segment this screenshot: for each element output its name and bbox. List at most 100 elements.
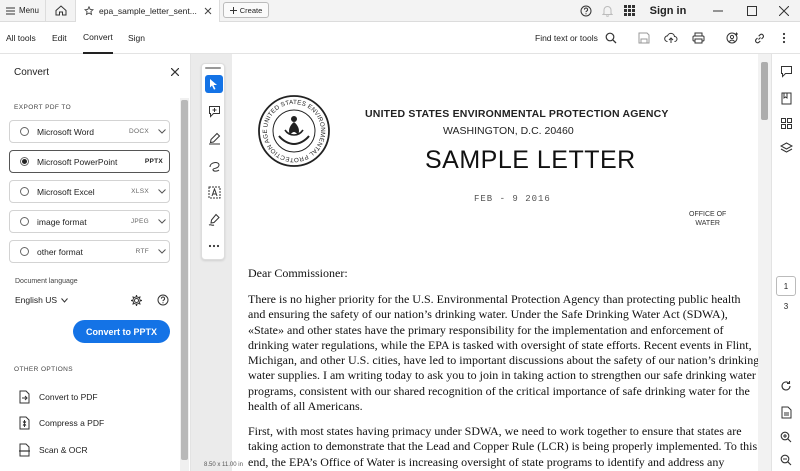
maximize-icon[interactable] <box>740 0 764 21</box>
drag-handle[interactable] <box>205 67 221 69</box>
close-tab-icon[interactable] <box>204 7 212 15</box>
office-of-water: OFFICE OF WATER <box>689 210 726 228</box>
page-size-label: 8.50 x 11.00 in <box>204 462 243 468</box>
sign-in-button[interactable]: Sign in <box>648 0 688 21</box>
salutation: Dear Commissioner: <box>248 266 348 280</box>
gear-icon[interactable] <box>130 294 143 307</box>
format-extension: PPTX <box>144 158 163 165</box>
total-pages: 3 <box>783 302 789 311</box>
radio-button[interactable] <box>20 187 29 196</box>
tab-convert[interactable]: Convert <box>83 22 113 54</box>
chevron-down-icon[interactable] <box>155 129 169 134</box>
title-bar: Menu epa_sample_letter_sent... Create Si… <box>0 0 800 22</box>
menu-button[interactable]: Menu <box>0 0 46 21</box>
print-icon[interactable] <box>690 30 706 46</box>
option-excel[interactable]: Microsoft Excel XLSX <box>9 180 170 203</box>
other-option-label: Compress a PDF <box>39 418 105 428</box>
export-heading: EXPORT PDF TO <box>14 104 72 111</box>
layers-icon[interactable] <box>778 140 794 156</box>
tab-all-tools[interactable]: All tools <box>6 22 36 54</box>
quick-tools-bar <box>201 63 225 260</box>
tab-edit[interactable]: Edit <box>52 22 67 54</box>
scan-ocr-item[interactable]: Scan & OCR <box>18 443 88 457</box>
radio-button[interactable] <box>20 127 29 136</box>
format-extension: DOCX <box>129 128 149 135</box>
option-word[interactable]: Microsoft Word DOCX <box>9 120 170 143</box>
option-powerpoint[interactable]: Microsoft PowerPoint PPTX <box>9 150 170 173</box>
highlight-pen-icon[interactable] <box>205 129 223 147</box>
share-user-icon[interactable] <box>724 30 740 46</box>
star-icon[interactable] <box>84 6 94 16</box>
find-text-button[interactable]: Find text or tools <box>535 22 598 54</box>
document-convert-icon <box>18 390 31 404</box>
zoom-in-icon[interactable] <box>778 429 794 445</box>
office-line: WATER <box>695 220 720 227</box>
upload-cloud-icon[interactable] <box>663 30 679 46</box>
document-tab[interactable]: epa_sample_letter_sent... <box>76 0 220 22</box>
apps-grid-icon[interactable] <box>621 0 637 21</box>
other-options-heading: OTHER OPTIONS <box>14 366 74 373</box>
convert-panel: Convert EXPORT PDF TO Microsoft Word DOC… <box>0 54 191 471</box>
refresh-icon[interactable] <box>778 378 794 394</box>
minimize-icon[interactable] <box>706 0 730 21</box>
freehand-draw-icon[interactable] <box>205 156 223 174</box>
create-button[interactable]: Create <box>223 2 269 18</box>
language-value: English US <box>15 295 58 305</box>
chevron-down-icon[interactable] <box>155 219 169 224</box>
radio-button[interactable] <box>20 217 29 226</box>
document-scrollbar[interactable] <box>758 54 771 471</box>
option-other[interactable]: other format RTF <box>9 240 170 263</box>
document-info-icon[interactable] <box>778 404 794 420</box>
chevron-down-icon[interactable] <box>155 189 169 194</box>
bell-icon[interactable] <box>599 0 615 21</box>
chevron-down-icon <box>61 297 68 303</box>
home-icon <box>55 5 67 16</box>
more-options-icon[interactable] <box>776 30 792 46</box>
sign-pen-icon[interactable] <box>205 210 223 228</box>
save-icon[interactable] <box>636 30 652 46</box>
home-button[interactable] <box>46 0 76 21</box>
tab-sign[interactable]: Sign <box>128 22 145 54</box>
comment-icon[interactable] <box>778 63 794 79</box>
panel-title: Convert <box>14 67 50 78</box>
link-icon[interactable] <box>751 30 767 46</box>
document-language-label: Document language <box>15 278 78 285</box>
other-option-label: Scan & OCR <box>39 445 88 455</box>
format-extension: JPEG <box>130 218 149 225</box>
format-extension: RTF <box>135 248 149 255</box>
create-label: Create <box>239 5 263 15</box>
add-comment-icon[interactable] <box>205 102 223 120</box>
text-box-icon[interactable] <box>205 183 223 201</box>
bookmark-icon[interactable] <box>778 90 794 106</box>
more-tools-icon[interactable] <box>205 237 223 255</box>
format-extension: XLSX <box>131 188 149 195</box>
chevron-down-icon[interactable] <box>155 249 169 254</box>
thumbnails-icon[interactable] <box>778 115 794 131</box>
help-icon[interactable] <box>578 0 594 21</box>
radio-button[interactable] <box>20 247 29 256</box>
current-page-input[interactable]: 1 <box>776 276 796 296</box>
language-select[interactable]: English US <box>15 295 68 305</box>
close-panel-icon[interactable] <box>168 65 182 79</box>
right-rail: 1 3 <box>771 54 800 471</box>
option-label: Microsoft Excel <box>37 186 95 197</box>
select-cursor-icon[interactable] <box>205 75 223 93</box>
hamburger-icon <box>5 7 15 15</box>
date-stamp: FEB - 9 2016 <box>474 194 551 204</box>
search-icon[interactable] <box>603 30 619 46</box>
radio-button-selected[interactable] <box>20 157 29 166</box>
office-line: OFFICE OF <box>689 211 727 218</box>
help-icon[interactable] <box>157 294 169 306</box>
convert-button[interactable]: Convert to PPTX <box>73 320 170 343</box>
plus-icon <box>229 6 237 14</box>
option-image[interactable]: image format JPEG <box>9 210 170 233</box>
zoom-out-icon[interactable] <box>778 452 794 468</box>
convert-to-pdf-item[interactable]: Convert to PDF <box>18 390 98 404</box>
panel-scrollbar[interactable] <box>180 98 189 471</box>
pdf-page[interactable]: UNITED STATES ENVIRONMENTAL PROTECTION A… <box>232 54 770 471</box>
agency-address: WASHINGTON, D.C. 20460 <box>443 125 574 137</box>
tab-title: epa_sample_letter_sent... <box>99 6 197 16</box>
close-window-icon[interactable] <box>772 0 796 21</box>
epa-seal: UNITED STATES ENVIRONMENTAL PROTECTION A… <box>257 94 331 168</box>
compress-pdf-item[interactable]: Compress a PDF <box>18 416 104 430</box>
